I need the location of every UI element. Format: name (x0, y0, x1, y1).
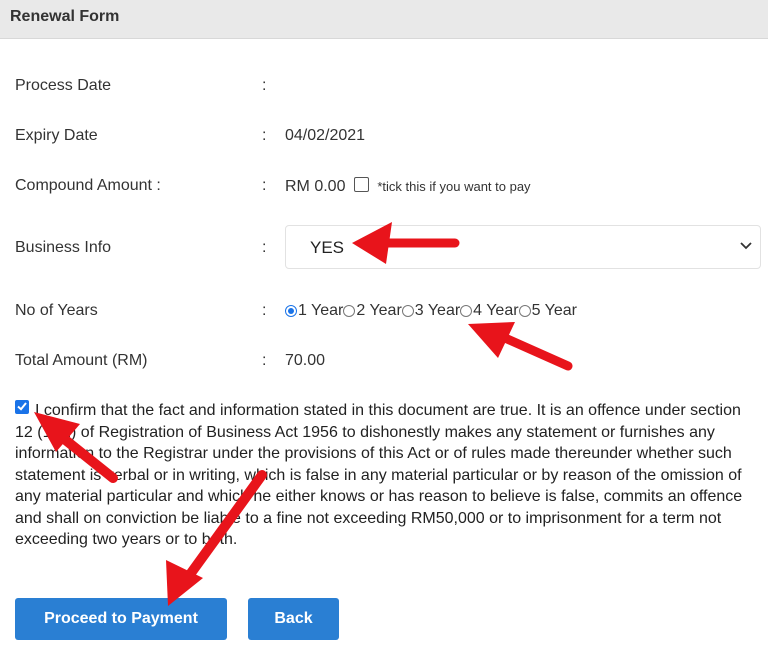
no-of-years-label: No of Years (15, 302, 98, 319)
process-date-colon: : (262, 77, 267, 94)
confirmation-text: I confirm that the fact and information … (15, 402, 743, 548)
radio-2-year[interactable] (343, 305, 356, 317)
business-info-label: Business Info (15, 239, 112, 256)
expiry-date-label: Expiry Date (15, 127, 98, 144)
radio-label-1-year: 1 Year (298, 302, 344, 319)
form-title: Renewal Form (10, 8, 120, 25)
process-date-label: Process Date (15, 77, 112, 94)
total-amount-colon: : (262, 352, 267, 369)
radio-label-2-year: 2 Year (356, 302, 402, 319)
compound-amount-value: RM 0.00 (285, 178, 346, 195)
business-info-colon: : (262, 239, 267, 256)
compound-amount-label: Compound Amount : (15, 177, 161, 194)
years-radio-group: 1 Year 2 Year 3 Year 4 Year 5 Year (285, 302, 577, 320)
proceed-to-payment-button[interactable]: Proceed to Payment (15, 598, 227, 640)
business-info-select[interactable]: YES (285, 225, 761, 269)
annotation-arrows (34, 222, 573, 606)
checkmark-icon (17, 402, 27, 411)
total-amount-value: 70.00 (285, 352, 326, 369)
expiry-date-value: 04/02/2021 (285, 127, 366, 144)
back-button[interactable]: Back (248, 598, 339, 640)
chevron-down-icon (740, 238, 752, 254)
compound-amount-colon: : (262, 177, 267, 194)
form-header: Renewal Form (0, 0, 768, 39)
confirm-checkbox[interactable] (15, 400, 29, 414)
total-amount-label: Total Amount (RM) (15, 352, 148, 369)
radio-label-4-year: 4 Year (473, 302, 519, 319)
compound-pay-note: *tick this if you want to pay (377, 179, 531, 194)
radio-label-5-year: 5 Year (531, 302, 577, 319)
radio-3-year[interactable] (401, 305, 414, 317)
no-of-years-colon: : (262, 302, 267, 319)
business-info-selected: YES (310, 238, 345, 257)
expiry-date-colon: : (262, 127, 267, 144)
radio-label-3-year: 3 Year (414, 302, 461, 319)
radio-4-year[interactable] (460, 305, 473, 317)
compound-pay-checkbox[interactable] (353, 177, 369, 192)
arrow-to-years-icon (468, 322, 573, 371)
compound-amount-row: RM 0.00 *tick this if you want to pay (285, 177, 531, 196)
radio-5-year[interactable] (518, 305, 531, 317)
radio-1-year[interactable] (285, 305, 297, 317)
